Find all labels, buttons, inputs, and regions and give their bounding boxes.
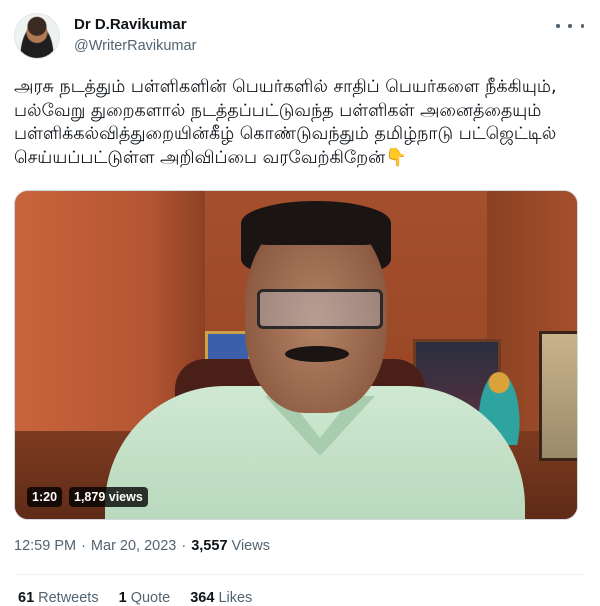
view-count: 3,557	[191, 538, 228, 554]
video-duration-badge: 1:20	[27, 487, 63, 507]
meta-separator: ·	[181, 538, 187, 554]
quotes-label: Quote	[130, 590, 171, 606]
retweets-stat[interactable]: 61 Retweets	[18, 590, 99, 606]
pointing-down-emoji: 👇	[385, 147, 407, 168]
more-dot	[580, 24, 584, 28]
author-name[interactable]: Dr D.Ravikumar	[74, 16, 187, 33]
video-person	[257, 289, 383, 329]
tweet-body: அரசு நடத்தும் பள்ளிகளின் பெயர்களில் சாதி…	[14, 77, 557, 168]
retweets-count: 61	[18, 590, 35, 606]
more-options-icon[interactable]	[556, 16, 584, 36]
likes-label: Likes	[218, 590, 253, 606]
author-handle[interactable]: @WriterRavikumar	[74, 38, 196, 54]
quotes-stat[interactable]: 1 Quote	[119, 590, 171, 606]
tweet-header: Dr D.Ravikumar @WriterRavikumar	[0, 0, 600, 70]
tweet-date[interactable]: Mar 20, 2023	[91, 538, 176, 554]
more-dot	[568, 24, 572, 28]
tweet-meta: 12:59 PM · Mar 20, 2023 · 3,557 Views	[14, 538, 270, 554]
meta-separator: ·	[81, 538, 86, 554]
quotes-count: 1	[118, 590, 127, 606]
video-background	[539, 331, 577, 461]
likes-stat[interactable]: 364 Likes	[190, 590, 252, 606]
divider	[14, 574, 586, 575]
likes-count: 364	[190, 590, 215, 606]
retweets-label: Retweets	[38, 590, 99, 606]
view-label: Views	[231, 538, 270, 554]
avatar[interactable]	[14, 13, 60, 59]
engagement-stats: 61 Retweets 1 Quote 364 Likes	[18, 590, 268, 606]
more-dot	[556, 24, 560, 28]
tweet-time[interactable]: 12:59 PM	[14, 538, 76, 554]
video-player[interactable]: 1:20 1,879 views	[14, 190, 578, 520]
video-views-badge: 1,879 views	[69, 487, 148, 507]
video-person	[285, 346, 349, 362]
tweet-text: அரசு நடத்தும் பள்ளிகளின் பெயர்களில் சாதி…	[14, 76, 586, 170]
video-person	[241, 201, 391, 245]
